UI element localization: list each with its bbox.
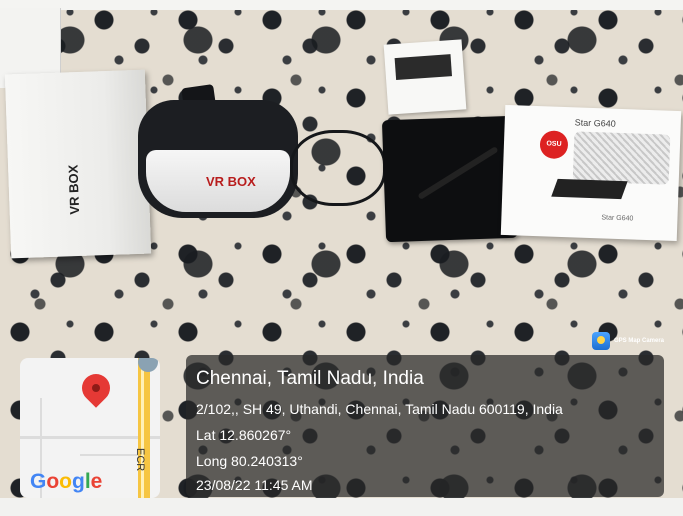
vr-headset: VR BOX [138, 100, 298, 218]
google-logo-letter: o [59, 470, 72, 493]
road-label: ECR [134, 448, 146, 472]
location-title: Chennai, Tamil Nadu, India [196, 368, 424, 389]
tablet-box: Star G640 OSU Star G640 [500, 104, 682, 242]
google-logo: Google [30, 470, 102, 494]
latitude-text: Lat 12.860267° [196, 427, 292, 443]
app-watermark: GPS Map Camera [592, 332, 664, 350]
tablet-box-model-side: Star G640 [601, 214, 634, 223]
google-logo-letter: G [30, 470, 47, 493]
location-pin-dot [92, 384, 100, 392]
tablet-box-illustration [551, 178, 628, 200]
google-logo-letter: e [90, 470, 103, 493]
map-highway [138, 358, 150, 498]
photo-top-edge [0, 0, 683, 10]
headset-logo: VR BOX [206, 174, 256, 189]
vr-box-package: VR BOX [4, 69, 152, 259]
map-thumbnail: ECR Google [20, 358, 160, 498]
google-logo-letter: o [46, 470, 60, 493]
manual-booklet [383, 39, 467, 115]
booklet-band [394, 54, 453, 81]
tablet-box-model: Star G640 [574, 117, 616, 129]
map-marker-icon [138, 358, 158, 372]
map-street [80, 454, 140, 456]
headset-front-panel: VR BOX [146, 150, 290, 212]
vr-box-logo: VR BOX [65, 164, 83, 215]
app-name: GPS Map Camera [614, 338, 665, 344]
osu-badge: OSU [539, 130, 569, 160]
gps-map-camera-icon [592, 332, 610, 350]
photo-bottom-edge [0, 498, 683, 516]
longitude-text: Long 80.240313° [196, 453, 303, 469]
usb-cable [290, 130, 386, 206]
timestamp-text: 23/08/22 11:45 AM [196, 477, 313, 493]
map-highway-centerline [141, 358, 144, 498]
address-line: 2/102,, SH 49, Uthandi, Chennai, Tamil N… [196, 401, 563, 417]
google-logo-letter: g [72, 470, 85, 493]
tablet-box-artwork [572, 131, 671, 185]
